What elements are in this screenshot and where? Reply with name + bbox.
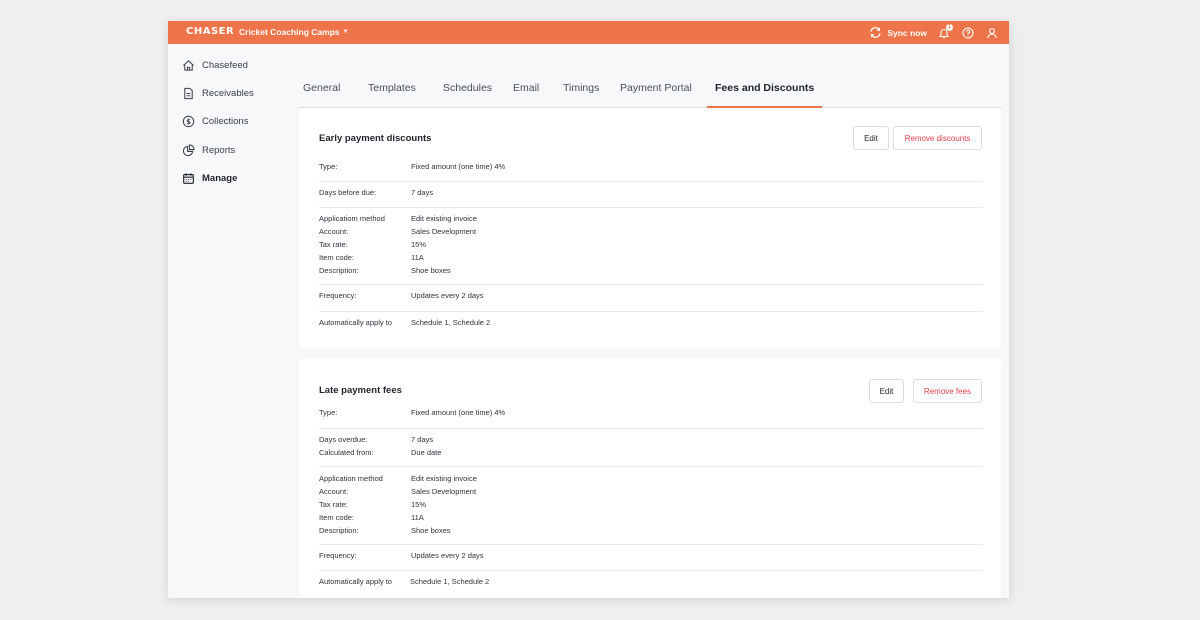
sidebar-item-reports[interactable]: Reports	[182, 140, 235, 160]
help-icon	[962, 26, 974, 39]
item-code-label: Item code:	[319, 253, 355, 262]
notification-badge: 1	[946, 23, 953, 31]
auto-apply-label: Automatically apply to	[319, 577, 392, 586]
sidebar-item-label: Manage	[202, 172, 238, 184]
days-before-due-value: 7 days	[411, 188, 434, 197]
organization-name: Cricket Coaching Camps	[239, 27, 340, 37]
account-label: Account:	[319, 227, 349, 236]
item-code-value: 11A	[411, 513, 424, 522]
tax-rate-value: 15%	[411, 240, 427, 249]
auto-apply-label: Automatically apply to	[319, 318, 392, 327]
application-method-value: Edit existing invoice	[411, 474, 477, 483]
notifications-button[interactable]: 1	[937, 23, 953, 40]
profile-button[interactable]	[985, 26, 999, 40]
days-before-due-row: Days before due: 7 days	[319, 182, 983, 208]
account-value: Sales Development	[411, 227, 477, 236]
sidebar-item-label: Reports	[202, 144, 236, 156]
application-details-row: Application method Edit existing invoice…	[319, 467, 983, 545]
early-payment-discounts-title: Early payment discounts	[319, 133, 432, 144]
type-value: Fixed amount (one time) 4%	[411, 162, 506, 171]
remove-fees-button[interactable]: Remove fees	[913, 379, 982, 403]
application-method-value: Edit existing invoice	[411, 214, 477, 223]
help-button[interactable]	[961, 26, 975, 40]
app-window: CHASER Cricket Coaching Camps ▼ Sync now	[168, 21, 1009, 598]
auto-apply-value: Schedule 1, Schedule 2	[411, 318, 491, 327]
tab-timings[interactable]: Timings	[563, 82, 599, 94]
top-bar: CHASER Cricket Coaching Camps ▼ Sync now	[168, 21, 1009, 44]
days-overdue-value: 7 days	[411, 435, 434, 444]
chevron-down-icon: ▼	[342, 29, 349, 35]
chaser-logo[interactable]: CHASER	[186, 26, 234, 37]
sidebar-item-receivables[interactable]: Receivables	[182, 83, 254, 103]
calculated-from-value: Due date	[411, 448, 442, 457]
sidebar-item-label: Collections	[202, 115, 249, 127]
type-label: Type:	[319, 408, 338, 417]
sync-now-label: Sync now	[887, 27, 927, 38]
item-code-value: 11A	[411, 253, 424, 262]
frequency-row: Frequency: Updates every 2 days	[319, 545, 983, 571]
frequency-label: Frequency:	[319, 291, 357, 300]
sidebar-item-label: Chasefeed	[202, 59, 248, 71]
item-code-label: Item code:	[319, 513, 355, 522]
sync-now-button[interactable]: Sync now	[869, 27, 927, 38]
tab-schedules[interactable]: Schedules	[443, 82, 492, 94]
discount-type-row: Type: Fixed amount (one time) 4%	[319, 156, 983, 182]
top-bar-actions: Sync now 1	[869, 21, 999, 44]
frequency-value: Updates every 2 days	[411, 291, 484, 300]
type-value: Fixed amount (one time) 4%	[411, 408, 506, 417]
frequency-row: Frequency: Updates every 2 days	[319, 285, 983, 312]
calendar-icon	[183, 172, 194, 184]
tax-rate-value: 15%	[411, 500, 427, 509]
application-details-row: Applicatiom method Edit existing invoice…	[319, 208, 983, 285]
late-payment-fees-title: Late payment fees	[319, 385, 402, 396]
sidebar: Chasefeed Receivables $ Collections Repo…	[168, 44, 288, 598]
svg-text:$: $	[186, 117, 191, 125]
calculated-from-label: Calculated from:	[319, 448, 374, 457]
application-method-label: Applicatiom method	[319, 214, 385, 223]
description-label: Description:	[319, 266, 359, 275]
home-icon	[183, 59, 194, 71]
description-value: Shoe boxes	[411, 266, 451, 275]
type-label: Type:	[319, 162, 338, 171]
late-payment-fees-card: Late payment fees Edit Remove fees Type:…	[299, 359, 1001, 598]
edit-discounts-button[interactable]: Edit	[853, 126, 889, 150]
days-overdue-row: Days overdue: 7 days Calculated from: Du…	[319, 429, 983, 467]
tax-rate-label: Tax rate:	[319, 240, 348, 249]
organization-switcher[interactable]: Cricket Coaching Camps ▼	[239, 27, 349, 37]
fee-type-row: Type: Fixed amount (one time) 4%	[319, 403, 983, 429]
sidebar-item-manage[interactable]: Manage	[182, 168, 237, 188]
sidebar-item-label: Receivables	[202, 87, 254, 99]
sidebar-item-chasefeed[interactable]: Chasefeed	[182, 55, 248, 75]
days-before-due-label: Days before due:	[319, 188, 377, 197]
auto-apply-value: Schedule 1, Schedule 2	[410, 577, 490, 586]
account-value: Sales Development	[411, 487, 477, 496]
sync-icon	[870, 27, 882, 38]
tab-templates[interactable]: Templates	[368, 82, 416, 94]
edit-fees-button[interactable]: Edit	[869, 379, 904, 403]
description-value: Shoe boxes	[411, 526, 451, 535]
settings-tabs: General Templates Schedules Email Timing…	[298, 44, 1009, 108]
tab-general[interactable]: General	[303, 82, 340, 94]
pie-chart-icon	[182, 143, 195, 156]
days-overdue-label: Days overdue:	[319, 435, 368, 444]
document-icon	[184, 87, 193, 99]
user-icon	[987, 27, 997, 38]
frequency-label: Frequency:	[319, 551, 357, 560]
tab-fees-and-discounts[interactable]: Fees and Discounts	[715, 82, 814, 94]
tab-email[interactable]: Email	[513, 82, 539, 94]
remove-discounts-button[interactable]: Remove discounts	[893, 126, 982, 150]
auto-apply-row: Automatically apply to Schedule 1, Sched…	[319, 312, 983, 338]
auto-apply-row: Automatically apply to Schedule 1, Sched…	[319, 571, 983, 597]
tax-rate-label: Tax rate:	[319, 500, 348, 509]
application-method-label: Application method	[319, 474, 383, 483]
description-label: Description:	[319, 526, 359, 535]
frequency-value: Updates every 2 days	[411, 551, 484, 560]
early-payment-discounts-card: Early payment discounts Edit Remove disc…	[299, 108, 1001, 348]
tab-payment-portal[interactable]: Payment Portal	[620, 82, 692, 94]
dollar-circle-icon: $	[182, 115, 195, 127]
sidebar-item-collections[interactable]: $ Collections	[182, 111, 248, 131]
account-label: Account:	[319, 487, 349, 496]
